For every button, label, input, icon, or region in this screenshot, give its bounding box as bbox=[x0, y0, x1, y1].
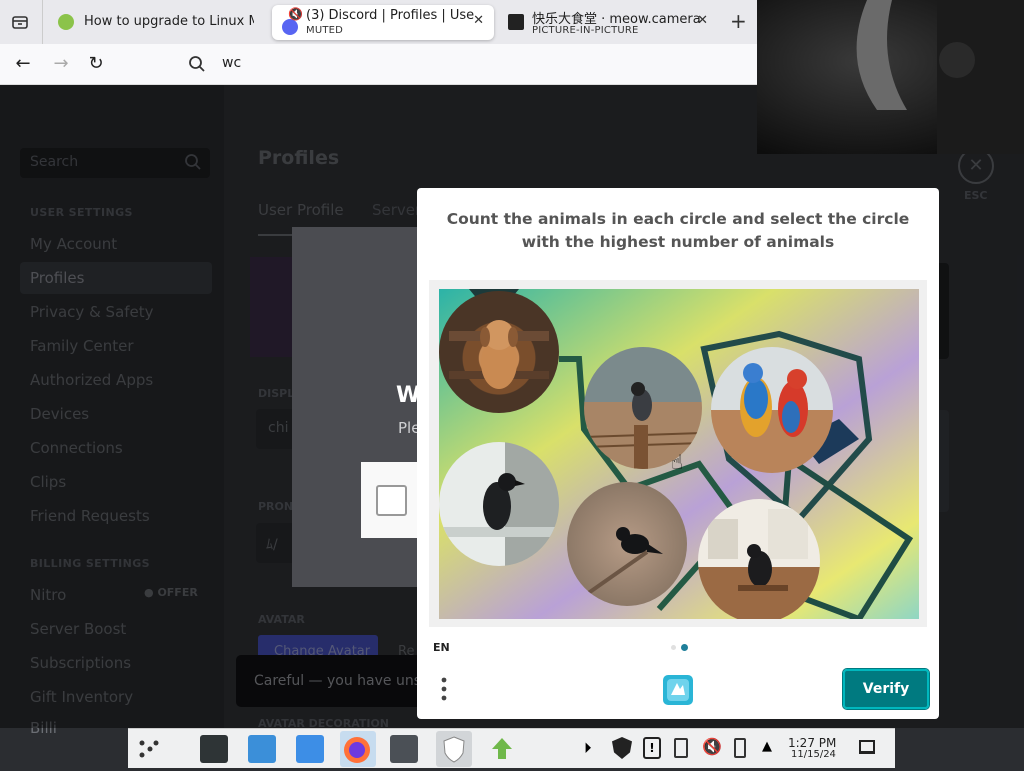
security-shield-icon[interactable] bbox=[436, 731, 472, 767]
reload-icon[interactable]: ↻ bbox=[83, 52, 109, 76]
volume-muted-icon[interactable]: 🔇 bbox=[702, 737, 722, 756]
picture-in-picture-video[interactable] bbox=[757, 0, 1024, 154]
tab-divider bbox=[42, 0, 43, 44]
circle-option-crow-branch[interactable] bbox=[567, 482, 687, 606]
circle-option-crow-window[interactable] bbox=[439, 442, 559, 566]
dog-icon bbox=[449, 320, 549, 389]
shield-tray-icon[interactable] bbox=[612, 737, 632, 759]
circle-option-dog[interactable] bbox=[439, 291, 559, 413]
crow-icon bbox=[584, 382, 702, 469]
language-selector[interactable]: EN bbox=[433, 641, 450, 654]
muted-speaker-icon[interactable]: 🔇 bbox=[288, 7, 303, 21]
parrot-icon bbox=[740, 363, 808, 437]
tab-overview-icon[interactable] bbox=[10, 12, 30, 32]
tab-discord[interactable]: 🔇 (3) Discord | Profiles | Use MUTED ✕ bbox=[272, 5, 494, 40]
app-launcher-icon[interactable] bbox=[134, 735, 162, 763]
clipboard-icon[interactable] bbox=[674, 738, 688, 758]
back-arrow-icon[interactable]: ← bbox=[10, 52, 36, 76]
clock-time[interactable]: 1:27 PM bbox=[788, 736, 836, 750]
crow-icon bbox=[585, 527, 663, 596]
firefox-icon[interactable] bbox=[340, 731, 376, 767]
hcaptcha-logo-icon bbox=[661, 673, 695, 707]
battery-icon[interactable] bbox=[734, 738, 746, 758]
more-options-icon[interactable] bbox=[441, 676, 447, 702]
linux-mint-favicon bbox=[58, 14, 74, 30]
clock-date[interactable]: 11/15/24 bbox=[791, 749, 836, 760]
hcaptcha-widget[interactable] bbox=[361, 462, 418, 538]
page-dot-2 bbox=[681, 644, 688, 651]
system-taskbar: ⏵ ! 🔇 ▲ 1:27 PM 11/15/24 bbox=[128, 728, 895, 768]
tab-muted-label: MUTED bbox=[306, 25, 344, 36]
circle-option-parrots[interactable] bbox=[711, 347, 833, 473]
discord-favicon bbox=[282, 19, 298, 35]
tab-title: How to upgrade to Linux M bbox=[84, 14, 254, 29]
verification-dialog: W Ple bbox=[292, 227, 420, 587]
file-manager-icon[interactable] bbox=[296, 735, 324, 763]
alert-tray-icon[interactable]: ! bbox=[643, 737, 661, 759]
page-dot-1 bbox=[671, 645, 676, 650]
captcha-checkbox[interactable] bbox=[376, 485, 407, 516]
forward-arrow-icon[interactable]: → bbox=[48, 52, 74, 76]
video-frame bbox=[757, 0, 1024, 154]
verify-button[interactable]: Verify bbox=[842, 668, 930, 710]
system-settings-icon[interactable] bbox=[200, 735, 228, 763]
crow-icon bbox=[708, 509, 808, 591]
terminal-icon[interactable] bbox=[390, 735, 418, 763]
address-bar-input[interactable]: wc bbox=[222, 55, 241, 71]
search-icon bbox=[188, 55, 206, 77]
tab-linux-mint[interactable]: How to upgrade to Linux M bbox=[50, 5, 268, 40]
close-tab-icon[interactable]: ✕ bbox=[473, 13, 484, 28]
captcha-challenge: Count the animals in each circle and sel… bbox=[417, 188, 939, 719]
discover-store-icon[interactable] bbox=[248, 735, 276, 763]
tray-expand-icon[interactable]: ▲ bbox=[762, 739, 772, 754]
captcha-image-frame: ☝ bbox=[429, 280, 927, 627]
update-arrow-icon[interactable] bbox=[488, 735, 516, 763]
tab-pip-label: PICTURE-IN-PICTURE bbox=[532, 25, 639, 36]
show-desktop-icon[interactable] bbox=[859, 740, 875, 754]
crow-icon bbox=[439, 473, 559, 537]
meow-camera-favicon bbox=[508, 14, 524, 30]
tab-meow-camera[interactable]: 快乐大食堂 · meow.camera PICTURE-IN-PICTURE ✕ bbox=[498, 5, 718, 40]
tab-title: (3) Discord | Profiles | Use bbox=[306, 8, 475, 23]
circle-option-crow-on-post[interactable] bbox=[584, 347, 702, 469]
circle-option-crow-table[interactable] bbox=[698, 499, 820, 619]
hand-cursor-icon: ☝ bbox=[671, 450, 684, 474]
new-tab-button[interactable]: + bbox=[730, 9, 747, 33]
close-tab-icon[interactable]: ✕ bbox=[697, 13, 708, 28]
media-play-icon[interactable]: ⏵ bbox=[584, 739, 592, 757]
captcha-prompt: Count the animals in each circle and sel… bbox=[446, 210, 910, 251]
